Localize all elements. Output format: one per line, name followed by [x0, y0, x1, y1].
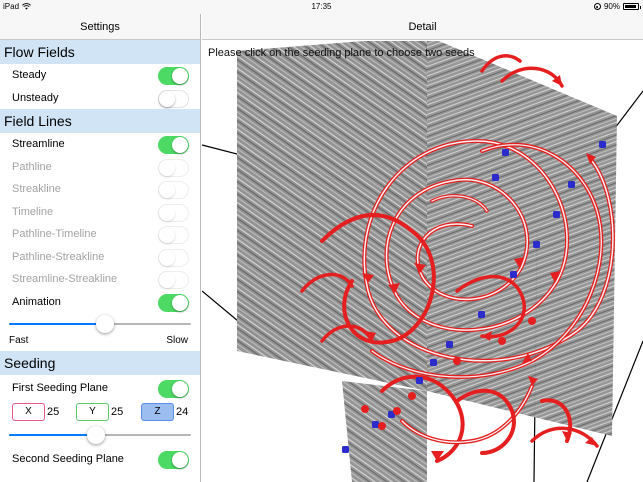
toggle-streamline-streakline — [158, 271, 189, 289]
toggle-animation[interactable] — [158, 293, 189, 312]
axis-x-button[interactable]: X — [12, 402, 45, 421]
first-seeding-plane-toggle[interactable] — [158, 380, 189, 398]
setting-label-steady: Steady — [12, 69, 47, 81]
battery-icon — [623, 3, 641, 10]
flow-visualization[interactable]: Please click on the seeding plane to cho… — [202, 36, 643, 482]
status-bar: iPad 17:35 90% — [0, 0, 643, 14]
slider-thumb[interactable] — [87, 425, 106, 444]
setting-label-streakline: Streakline — [12, 183, 61, 195]
second-seeding-plane-toggle[interactable] — [158, 450, 189, 469]
axis-selector: X 25 Y 25 Z 24 — [0, 400, 200, 424]
section-flow-fields: Flow Fields — [0, 40, 200, 64]
slider-max-label: Slow — [166, 335, 188, 346]
second-seeding-plane-row: Second Seeding Plane — [0, 448, 200, 471]
setting-label-pathline: Pathline — [12, 160, 52, 173]
animation-speed-slider[interactable] — [9, 313, 191, 335]
axis-y-value: 25 — [111, 405, 124, 418]
seeding-planes — [237, 36, 617, 482]
setting-row-animation: Animation — [0, 291, 200, 314]
instruction-text: Please click on the seeding plane to cho… — [208, 47, 475, 59]
setting-row-pathline: Pathline — [0, 156, 200, 179]
setting-row-streamline-streakline: Streamline-Streakline — [0, 268, 200, 291]
section-seeding: Seeding — [0, 351, 200, 375]
axis-x-value: 25 — [47, 405, 60, 418]
setting-label-animation: Animation — [12, 295, 61, 308]
detail-title: Detail — [202, 14, 643, 40]
slider-min-label: Fast — [9, 335, 29, 346]
section-field-lines: Field Lines — [0, 109, 200, 133]
rotation-lock-icon — [593, 3, 601, 10]
axis-y-button[interactable]: Y — [76, 402, 109, 421]
first-seeding-plane-label: First Seeding Plane — [12, 382, 108, 394]
setting-label-unsteady: Unsteady — [12, 91, 59, 104]
flow-3d-view[interactable] — [202, 36, 643, 482]
toggle-pathline-streakline — [158, 248, 189, 267]
toggle-streakline — [158, 181, 189, 199]
seeding-plane-slider[interactable] — [9, 424, 191, 446]
toggle-pathline-timeline — [158, 226, 189, 244]
setting-row-steady: Steady — [0, 64, 200, 87]
setting-label-streamline: Streamline — [12, 138, 65, 150]
axis-z-value: 24 — [176, 405, 189, 418]
settings-sidebar: Settings Flow Fields Steady Unsteady Fiel… — [0, 14, 201, 482]
toggle-streamline[interactable] — [158, 136, 189, 154]
status-time: 17:35 — [311, 2, 332, 11]
setting-row-streamline: Streamline — [0, 133, 200, 156]
second-seeding-plane-label: Second Seeding Plane — [12, 452, 124, 465]
slider-thumb[interactable] — [96, 315, 115, 333]
setting-row-timeline: Timeline — [0, 201, 200, 224]
setting-label-timeline: Timeline — [12, 205, 54, 218]
detail-pane: Detail Please click on the seeding plane… — [202, 14, 643, 482]
setting-row-streakline: Streakline — [0, 178, 200, 201]
battery-percent: 90% — [603, 2, 620, 11]
axis-z-button[interactable]: Z — [141, 402, 174, 421]
setting-row-unsteady: Unsteady — [0, 87, 200, 110]
first-seeding-plane-row: First Seeding Plane — [0, 377, 200, 400]
setting-label-pathline-streakline: Pathline-Streakline — [12, 250, 105, 263]
setting-row-pathline-timeline: Pathline-Timeline — [0, 223, 200, 246]
toggle-unsteady[interactable] — [158, 89, 189, 108]
setting-label-streamline-streakline: Streamline-Streakline — [12, 273, 118, 285]
toggle-steady[interactable] — [158, 67, 189, 85]
toggle-pathline — [158, 158, 189, 177]
toggle-timeline — [158, 203, 189, 222]
setting-row-pathline-streakline: Pathline-Streakline — [0, 246, 200, 269]
setting-label-pathline-timeline: Pathline-Timeline — [12, 228, 97, 240]
settings-title: Settings — [0, 14, 200, 40]
